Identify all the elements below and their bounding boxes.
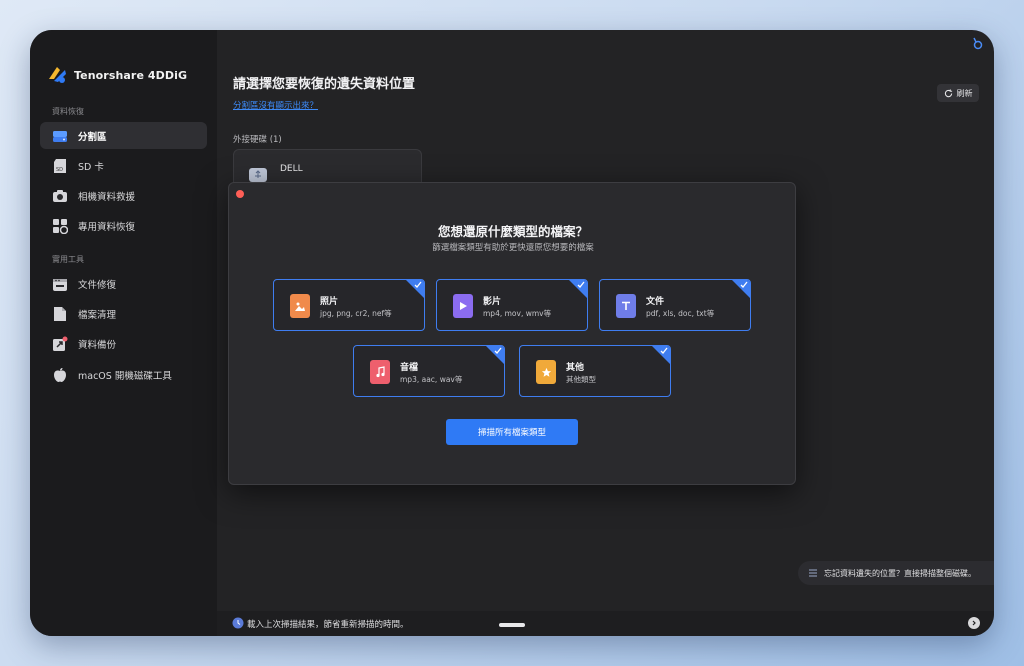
sidebar-item-label: 專用資料恢復 [78,221,136,233]
camera-icon [52,188,68,204]
file-type-video[interactable]: 影片 mp4, mov, wmv等 [436,279,588,331]
sidebar-item-label: SD 卡 [78,161,104,173]
app-name: Tenorshare 4DDiG [74,68,188,82]
sidebar-item-file-repair[interactable]: 文件修復 [40,270,207,297]
photo-icon [290,294,310,318]
file-type-name: 文件 [646,297,665,307]
refresh-icon [944,88,952,97]
sidebar-item-partition[interactable]: 分割區 [40,122,207,149]
close-button[interactable] [236,190,244,198]
backup-icon [52,336,68,352]
sidebar-item-sd-card[interactable]: SD SD 卡 [40,152,207,179]
file-type-name: 照片 [320,297,339,307]
tool-icon[interactable] [970,36,984,50]
apple-icon [52,367,68,383]
svg-text:SD: SD [56,167,63,173]
home-indicator [499,623,525,627]
star-icon [536,360,556,384]
partition-not-shown-link[interactable]: 分割區沒有顯示出來？ [233,99,318,111]
file-type-extensions: mp3, aac, wav等 [400,375,463,384]
section-label-recovery: 資料恢復 [52,107,84,116]
sidebar-item-macos-boot-tool[interactable]: macOS 開機磁碟工具 [40,361,207,388]
file-type-document[interactable]: 文件 pdf, xls, doc, txt等 [599,279,751,331]
sidebar-item-label: 文件修復 [78,279,117,291]
file-type-extensions: 其他類型 [566,375,596,384]
check-icon [660,347,668,354]
special-recovery-icon [52,218,68,234]
section-label-tools: 實用工具 [52,255,84,264]
file-type-extensions: jpg, png, cr2, nef等 [320,309,392,318]
file-clean-icon [52,306,68,322]
file-type-extensions: mp4, mov, wmv等 [483,309,552,318]
sidebar-item-label: 分割區 [78,131,107,143]
sidebar-item-label: 相機資料救援 [78,191,136,203]
app-logo: Tenorshare 4DDiG [46,64,187,86]
refresh-label: 刷新 [956,88,973,98]
scan-all-types-button[interactable]: 掃描所有檔案類型 [446,419,578,445]
load-last-scan-link[interactable]: 載入上次掃描結果，節省重新掃描的時間。 [247,618,409,630]
sidebar: Tenorshare 4DDiG 資料恢復 分割區 SD SD 卡 相機資料救援 [30,30,217,636]
sidebar-item-label: macOS 開機磁碟工具 [78,370,172,382]
4ddig-logo-icon [49,67,66,83]
file-type-photo[interactable]: 照片 jpg, png, cr2, nef等 [273,279,425,331]
check-icon [740,281,748,288]
page-title: 請選擇您要恢復的遺失資料位置 [233,77,416,92]
file-type-extensions: pdf, xls, doc, txt等 [646,309,715,318]
file-type-audio[interactable]: 音檔 mp3, aac, wav等 [353,345,505,397]
chevron-right-icon [972,620,976,626]
check-icon [414,281,422,288]
file-type-name: 其他 [566,363,585,373]
document-icon [616,294,636,318]
refresh-button[interactable]: 刷新 [937,84,979,102]
bottom-bar: 載入上次掃描結果，節省重新掃描的時間。 [217,611,994,636]
video-icon [453,294,473,318]
file-type-name: 音檔 [400,363,419,373]
external-drive-section-label: 外接硬碟 (1) [233,135,282,145]
audio-icon [370,360,390,384]
file-type-dialog: 您想還原什麼類型的檔案？ 篩選檔案類型有助於更快還原您想要的檔案 照片 jpg,… [228,182,796,485]
next-arrow-button[interactable] [968,617,980,629]
dialog-subtitle: 篩選檔案類型有助於更快還原您想要的檔案 [432,243,594,253]
file-repair-icon [52,276,68,292]
check-icon [577,281,585,288]
app-window: Tenorshare 4DDiG 資料恢復 分割區 SD SD 卡 相機資料救援 [30,30,994,636]
drive-icon [52,128,68,144]
sidebar-item-camera-recovery[interactable]: 相機資料救援 [40,182,207,209]
sidebar-item-special-recovery[interactable]: 專用資料恢復 [40,212,207,239]
check-icon [494,347,502,354]
list-icon [809,569,817,577]
sidebar-item-label: 資料備份 [78,339,117,351]
dialog-title: 您想還原什麼類型的檔案？ [437,224,588,239]
file-type-other[interactable]: 其他 其他類型 [519,345,671,397]
file-type-name: 影片 [483,297,502,307]
sd-card-icon: SD [52,158,68,174]
scan-button-label: 掃描所有檔案類型 [477,428,546,438]
drive-name: DELL [280,164,303,174]
sidebar-item-file-clean[interactable]: 檔案清理 [40,300,207,327]
sidebar-item-backup[interactable]: 資料備份 [40,330,207,357]
scan-entire-disk-hint[interactable]: 忘記資料遺失的位置？直接掃描整個磁碟。 [798,561,994,585]
history-icon [232,617,244,629]
sidebar-item-label: 檔案清理 [78,309,117,321]
hint-text: 忘記資料遺失的位置？直接掃描整個磁碟。 [824,568,976,578]
